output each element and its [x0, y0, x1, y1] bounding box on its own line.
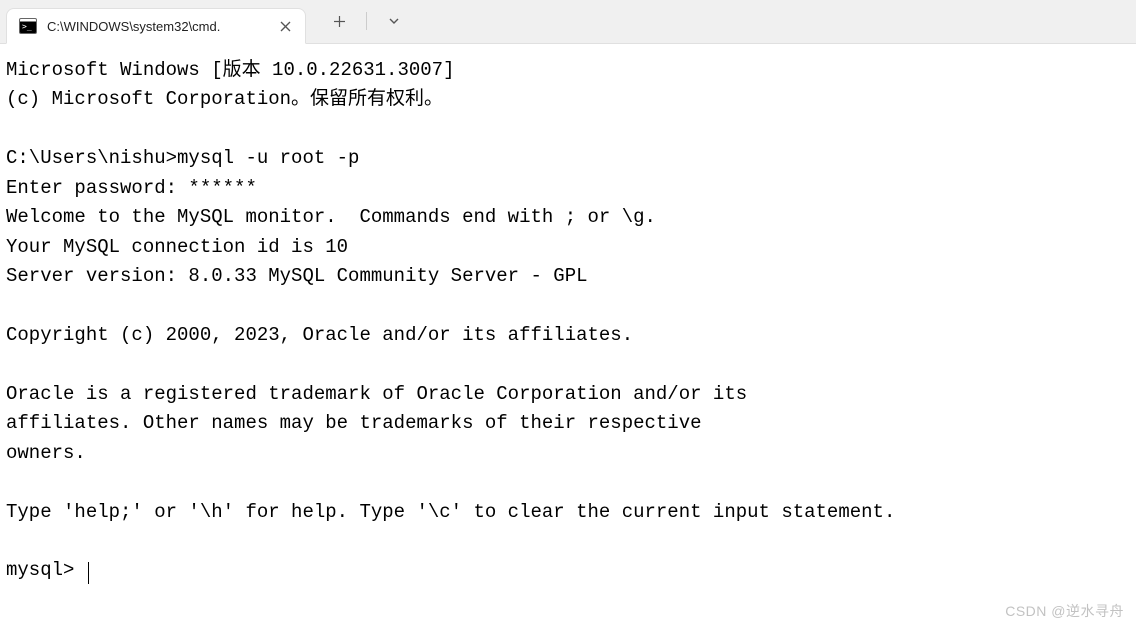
- terminal-icon: >_: [19, 17, 37, 35]
- new-tab-button[interactable]: [320, 4, 358, 38]
- tab-cmd[interactable]: >_ C:\WINDOWS\system32\cmd.: [6, 8, 306, 44]
- tab-title: C:\WINDOWS\system32\cmd.: [47, 19, 265, 34]
- titlebar: >_ C:\WINDOWS\system32\cmd.: [0, 0, 1136, 44]
- divider: [366, 12, 367, 30]
- watermark: CSDN @逆水寻舟: [1005, 601, 1124, 621]
- close-icon[interactable]: [275, 16, 295, 36]
- dropdown-button[interactable]: [375, 4, 413, 38]
- terminal-output[interactable]: Microsoft Windows [版本 10.0.22631.3007] (…: [0, 44, 1136, 594]
- terminal-prompt: mysql>: [6, 559, 86, 581]
- terminal-lines: Microsoft Windows [版本 10.0.22631.3007] (…: [6, 59, 895, 523]
- terminal-cursor: [88, 562, 90, 584]
- svg-text:>_: >_: [22, 22, 32, 31]
- tabbar-actions: [306, 0, 413, 43]
